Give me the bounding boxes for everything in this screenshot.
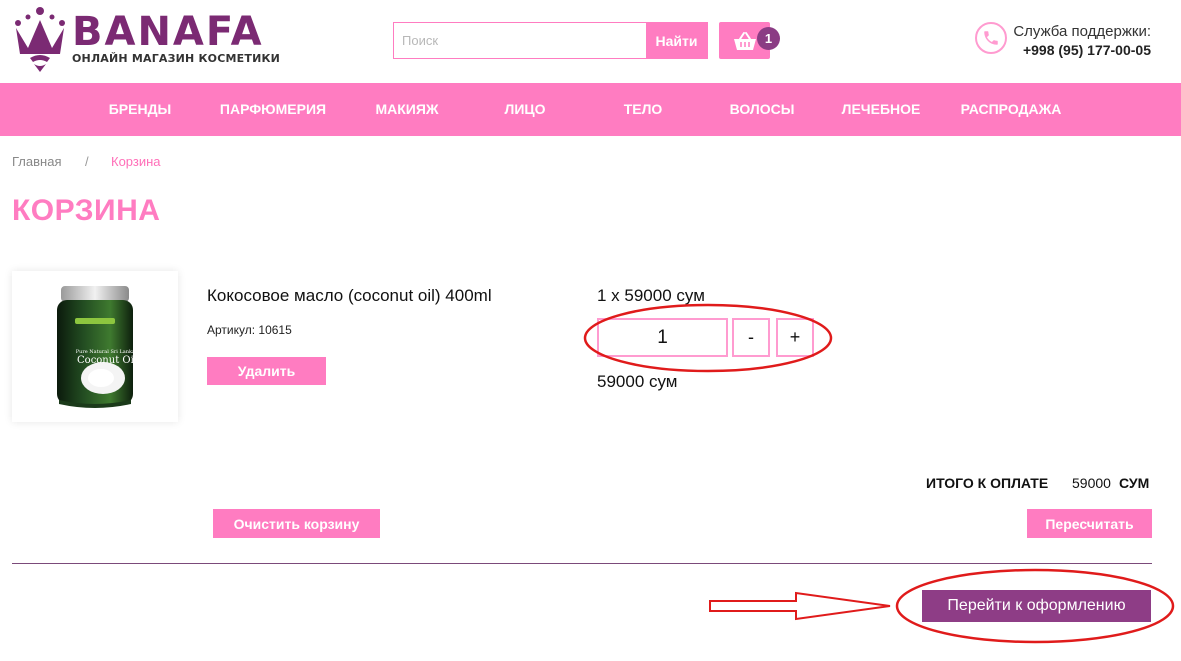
product-image[interactable]: Pure Natural Sri Lankan Coconut Oil (12, 271, 178, 422)
basket-icon (733, 31, 756, 50)
product-article: Артикул: 10615 (207, 323, 292, 337)
cart-count-badge: 1 (757, 27, 780, 50)
nav-item-makeup[interactable]: МАКИЯЖ (375, 83, 438, 136)
unit-price: 1 x 59000 сум (597, 286, 705, 305)
divider (12, 563, 1152, 564)
nav-item-medical[interactable]: ЛЕЧЕБНОЕ (842, 83, 921, 136)
breadcrumb-home[interactable]: Главная (12, 154, 61, 169)
quantity-increase-button[interactable]: + (776, 318, 814, 357)
logo-subtitle: ОНЛАЙН МАГАЗИН КОСМЕТИКИ (72, 52, 281, 65)
support-phone[interactable]: +998 (95) 177-00-05 (1023, 42, 1151, 58)
nav-item-brands[interactable]: БРЕНДЫ (109, 83, 172, 136)
product-name[interactable]: Кокосовое масло (coconut oil) 400ml (207, 286, 492, 306)
quantity-input[interactable] (597, 318, 728, 357)
arrow-icon (709, 591, 891, 621)
quantity-decrease-button[interactable]: - (732, 318, 770, 357)
crown-icon (15, 7, 65, 72)
nav-item-hair[interactable]: ВОЛОСЫ (730, 83, 795, 136)
nav-item-face[interactable]: ЛИЦО (504, 83, 545, 136)
delete-item-button[interactable]: Удалить (207, 357, 326, 385)
search-input[interactable] (394, 23, 646, 58)
line-total: 59000 сум (597, 372, 678, 391)
logo-wordmark: BANAFA (72, 9, 264, 55)
phone-icon (975, 22, 1007, 54)
main-nav: БРЕНДЫ ПАРФЮМЕРИЯ МАКИЯЖ ЛИЦО ТЕЛО ВОЛОС… (0, 83, 1181, 136)
nav-item-sale[interactable]: РАСПРОДАЖА (961, 83, 1062, 136)
page-title: КОРЗИНА (12, 194, 161, 227)
total-value: 59000 (1072, 475, 1111, 491)
clear-cart-button[interactable]: Очистить корзину (213, 509, 380, 538)
breadcrumb-separator: / (85, 154, 89, 169)
coconut-oil-jar-image (57, 285, 133, 408)
search-button[interactable]: Найти (646, 23, 707, 58)
total-label: ИТОГО К ОПЛАТЕ (926, 475, 1049, 491)
support-title: Служба поддержки: (1013, 23, 1151, 40)
checkout-button[interactable]: Перейти к оформлению (922, 590, 1151, 622)
nav-item-body[interactable]: ТЕЛО (624, 83, 663, 136)
recalculate-button[interactable]: Пересчитать (1027, 509, 1152, 538)
search-bar: Найти (393, 22, 708, 59)
nav-item-perfumery[interactable]: ПАРФЮМЕРИЯ (220, 83, 326, 136)
total-currency: СУМ (1119, 475, 1150, 491)
breadcrumb-current: Корзина (111, 154, 161, 169)
site-logo[interactable]: BANAFA ОНЛАЙН МАГАЗИН КОСМЕТИКИ (10, 6, 280, 72)
